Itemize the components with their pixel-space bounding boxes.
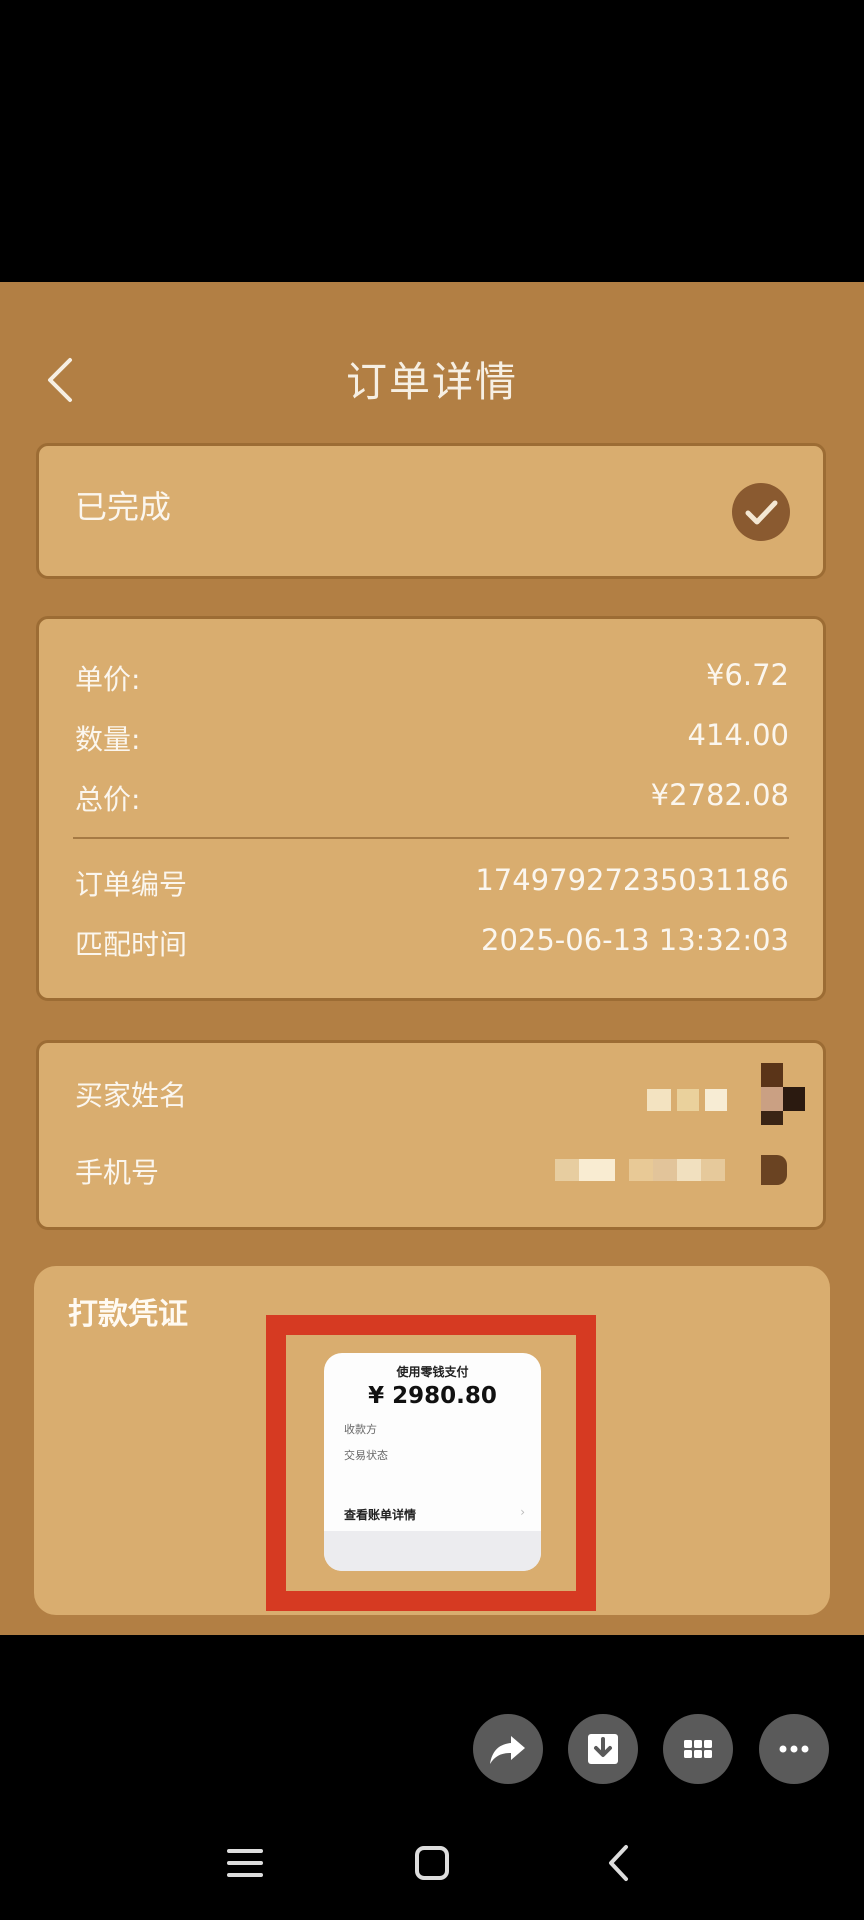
voucher-title: 打款凭证 [68, 1297, 188, 1332]
order-detail-screen: 订单详情 已完成 单价: ¥6.72 数量: 414.00 总价: ¥2782.… [0, 282, 864, 1635]
order-number-value: 17497927235031186 [475, 863, 789, 897]
divider [73, 837, 789, 839]
total-price-label: 总价: [75, 783, 141, 816]
order-number-row: 订单编号 17497927235031186 [75, 863, 789, 903]
home-icon [415, 1846, 449, 1880]
match-time-row: 匹配时间 2025-06-13 13:32:03 [75, 923, 789, 963]
status-card: 已完成 [36, 443, 826, 579]
payment-method-label: 使用零钱支付 [396, 1365, 469, 1379]
quantity-value: 414.00 [687, 718, 789, 752]
page-title: 订单详情 [346, 358, 518, 406]
payment-voucher-card: 打款凭证 使用零钱支付 ¥ 2980.80 收款方 交易状态 查看账单详情 › [34, 1266, 830, 1615]
grid-button[interactable] [663, 1714, 733, 1784]
grid-icon [684, 1740, 712, 1758]
download-button[interactable] [568, 1714, 638, 1784]
buyer-card: 买家姓名 手机号 [36, 1040, 826, 1230]
total-price-value: ¥2782.08 [650, 778, 789, 812]
more-button[interactable] [759, 1714, 829, 1784]
match-time-value: 2025-06-13 13:32:03 [481, 923, 789, 957]
quantity-row: 数量: 414.00 [75, 718, 789, 758]
match-time-label: 匹配时间 [75, 928, 188, 961]
unit-price-label: 单价: [75, 663, 141, 696]
payment-amount: ¥ 2980.80 [368, 1383, 497, 1409]
quantity-label: 数量: [75, 723, 141, 756]
order-number-label: 订单编号 [75, 868, 188, 901]
chevron-right-icon: › [520, 1505, 525, 1519]
check-circle-icon [732, 483, 790, 541]
share-icon [490, 1736, 525, 1764]
menu-icon [227, 1849, 263, 1877]
share-button[interactable] [473, 1714, 543, 1784]
total-price-row: 总价: ¥2782.08 [75, 778, 789, 818]
download-icon [588, 1734, 618, 1764]
voucher-image[interactable]: 使用零钱支付 ¥ 2980.80 收款方 交易状态 查看账单详情 › [324, 1353, 541, 1571]
more-icon [779, 1745, 809, 1753]
back-icon [609, 1845, 628, 1881]
unit-price-value: ¥6.72 [705, 658, 789, 692]
recents-button[interactable] [215, 1838, 275, 1888]
view-bill-detail-link: 查看账单详情 [344, 1508, 417, 1522]
receipt-footer [324, 1531, 541, 1571]
phone-label: 手机号 [75, 1156, 160, 1189]
buyer-name-label: 买家姓名 [75, 1079, 188, 1112]
order-info-card: 单价: ¥6.72 数量: 414.00 总价: ¥2782.08 订单编号 1… [36, 616, 826, 1001]
status-text: 已完成 [75, 488, 172, 526]
photo-viewer: 订单详情 已完成 单价: ¥6.72 数量: 414.00 总价: ¥2782.… [0, 0, 864, 1920]
transaction-status-label: 交易状态 [344, 1449, 388, 1462]
home-button[interactable] [402, 1838, 462, 1888]
unit-price-row: 单价: ¥6.72 [75, 658, 789, 698]
payee-label: 收款方 [344, 1423, 377, 1436]
system-back-button[interactable] [590, 1838, 650, 1888]
